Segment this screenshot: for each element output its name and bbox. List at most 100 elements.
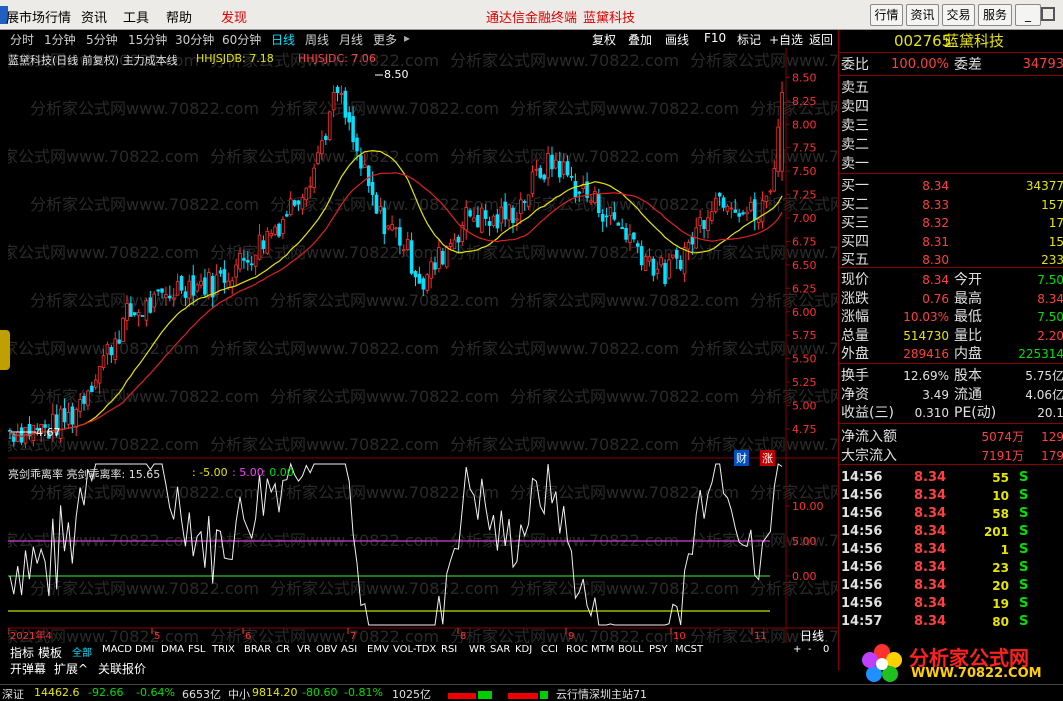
tab-asi[interactable]: ASI [341, 644, 357, 655]
candle-body [93, 379, 98, 388]
tab-wr[interactable]: WR [469, 644, 486, 655]
tab-obv[interactable]: OBV [316, 644, 337, 655]
back-button[interactable]: 返回 [809, 31, 833, 48]
candle-body [433, 262, 437, 270]
candle-body [331, 92, 336, 111]
tab-ctrl-0[interactable]: + [793, 644, 801, 655]
limit-up-badge[interactable]: 涨 [760, 450, 775, 466]
candle-body [659, 257, 663, 266]
tab-ctrl-2[interactable]: 0 [823, 644, 829, 655]
tab-boll[interactable]: BOLL [618, 644, 644, 655]
f10-button[interactable]: F10 [704, 31, 726, 45]
quote-button[interactable]: 行情 [870, 4, 903, 26]
tf-more[interactable]: 更多 [373, 31, 397, 48]
tick-price: 8.34 [914, 542, 947, 557]
menu-news[interactable]: 资讯 [81, 7, 107, 26]
tab-mcst[interactable]: MCST [675, 644, 703, 655]
candle-body [464, 207, 468, 231]
watermark-text: 分析家公式网www.70822.com [270, 387, 499, 406]
fuquan-button[interactable]: 复权 [592, 31, 616, 48]
tf-30min[interactable]: 30分钟 [175, 31, 214, 48]
candle-body [756, 218, 761, 223]
candle-body [402, 249, 406, 252]
kline-chart[interactable]: 分析家公式网www.70822.com 分析家公式网www.70822.com 分析… [0, 48, 838, 643]
candle-body [246, 260, 250, 263]
tab-dma[interactable]: DMA [161, 644, 184, 655]
tab-kdj[interactable]: KDJ [515, 644, 532, 655]
tf-5min[interactable]: 5分钟 [86, 31, 118, 48]
mark-button[interactable]: 标记 [737, 31, 761, 48]
watermark-text: 分析家公式网www.70822.com [450, 435, 679, 454]
tab-psy[interactable]: PSY [649, 644, 668, 655]
tab-ctrl-1[interactable]: - [808, 644, 812, 655]
candle-body [394, 227, 398, 230]
maximize-icon[interactable] [1041, 7, 1055, 21]
tf-1min[interactable]: 1分钟 [44, 31, 76, 48]
tab-brar[interactable]: BRAR [244, 644, 271, 655]
candle-body [643, 256, 648, 271]
price-tick-label: 6.25 [792, 282, 817, 295]
tab-cci[interactable]: CCI [541, 644, 558, 655]
candle-body [382, 207, 387, 235]
sub-tab-2[interactable]: 关联报价 [98, 660, 146, 677]
candle-body [339, 93, 344, 95]
watermark-text: 分析家公式网www.70822.com [450, 627, 679, 643]
minimize-button[interactable]: _ [1015, 4, 1041, 26]
tab-macd[interactable]: MACD [102, 644, 132, 655]
candle-body [117, 339, 121, 344]
candle-body [199, 280, 203, 286]
candle-body [62, 408, 67, 423]
tab-rsi[interactable]: RSI [441, 644, 457, 655]
tf-daily[interactable]: 日线 [271, 31, 295, 48]
menu-tools[interactable]: 工具 [123, 7, 149, 26]
tf-15min[interactable]: 15分钟 [128, 31, 167, 48]
news-button[interactable]: 资讯 [906, 4, 939, 26]
stat-label: 换手 [841, 368, 869, 384]
overlay-button[interactable]: 叠加 [628, 31, 652, 48]
candle-body [144, 300, 149, 321]
price-tick-label: 5.25 [792, 376, 817, 389]
more-arrow-icon[interactable]: ▸ [404, 31, 410, 45]
side-collapse-handle[interactable] [0, 330, 10, 370]
candle-body [160, 288, 164, 293]
tf-timeshare[interactable]: 分时 [10, 31, 34, 48]
tf-monthly[interactable]: 月线 [339, 31, 363, 48]
candle-body [616, 222, 621, 226]
tab-dmi[interactable]: DMI [135, 644, 154, 655]
draw-button[interactable]: 画线 [665, 31, 689, 48]
candle-body [113, 338, 118, 360]
candle-body [663, 262, 667, 285]
candle-body [698, 217, 702, 226]
indicator-tick-label: 10.00 [792, 500, 824, 513]
candle-body [195, 284, 199, 292]
tab-mtm[interactable]: MTM [591, 644, 614, 655]
tab-vol-tdx[interactable]: VOL-TDX [393, 644, 436, 655]
sub-tab-0[interactable]: 开弹幕 [10, 660, 46, 677]
tab-vr[interactable]: VR [297, 644, 311, 655]
tab-cr[interactable]: CR [276, 644, 290, 655]
buy-level-label: 买五 [841, 252, 869, 268]
trade-button[interactable]: 交易 [942, 4, 975, 26]
candle-body [503, 201, 507, 220]
service-button[interactable]: 服务 [978, 4, 1012, 26]
sub-tab-1[interactable]: 扩展^ [54, 660, 88, 677]
tf-60min[interactable]: 60分钟 [222, 31, 261, 48]
indicator-tick-label: 0.00 [792, 570, 817, 583]
tf-weekly[interactable]: 周线 [305, 31, 329, 48]
menu-help[interactable]: 帮助 [166, 7, 192, 26]
menu-discover[interactable]: 发现 [221, 7, 247, 26]
tab-fsl[interactable]: FSL [188, 644, 206, 655]
tab-emv[interactable]: EMV [367, 644, 389, 655]
candle-body [721, 197, 726, 208]
menu-market[interactable]: 展市场行情 [6, 7, 71, 26]
finance-badge[interactable]: 财 [734, 450, 749, 466]
candle-body [281, 218, 285, 234]
secondary-bar: 开弹幕 扩展^ 关联报价 [0, 659, 837, 677]
tab-roc[interactable]: ROC [566, 644, 588, 655]
tab-sar[interactable]: SAR [490, 644, 510, 655]
tab-trix[interactable]: TRIX [212, 644, 235, 655]
tab-全部[interactable]: 全部 [72, 644, 92, 659]
add-watchlist-button[interactable]: +自选 [769, 31, 803, 48]
watermark-text: 分析家公式网www.70822.com [450, 51, 679, 70]
candle-body [125, 303, 129, 321]
